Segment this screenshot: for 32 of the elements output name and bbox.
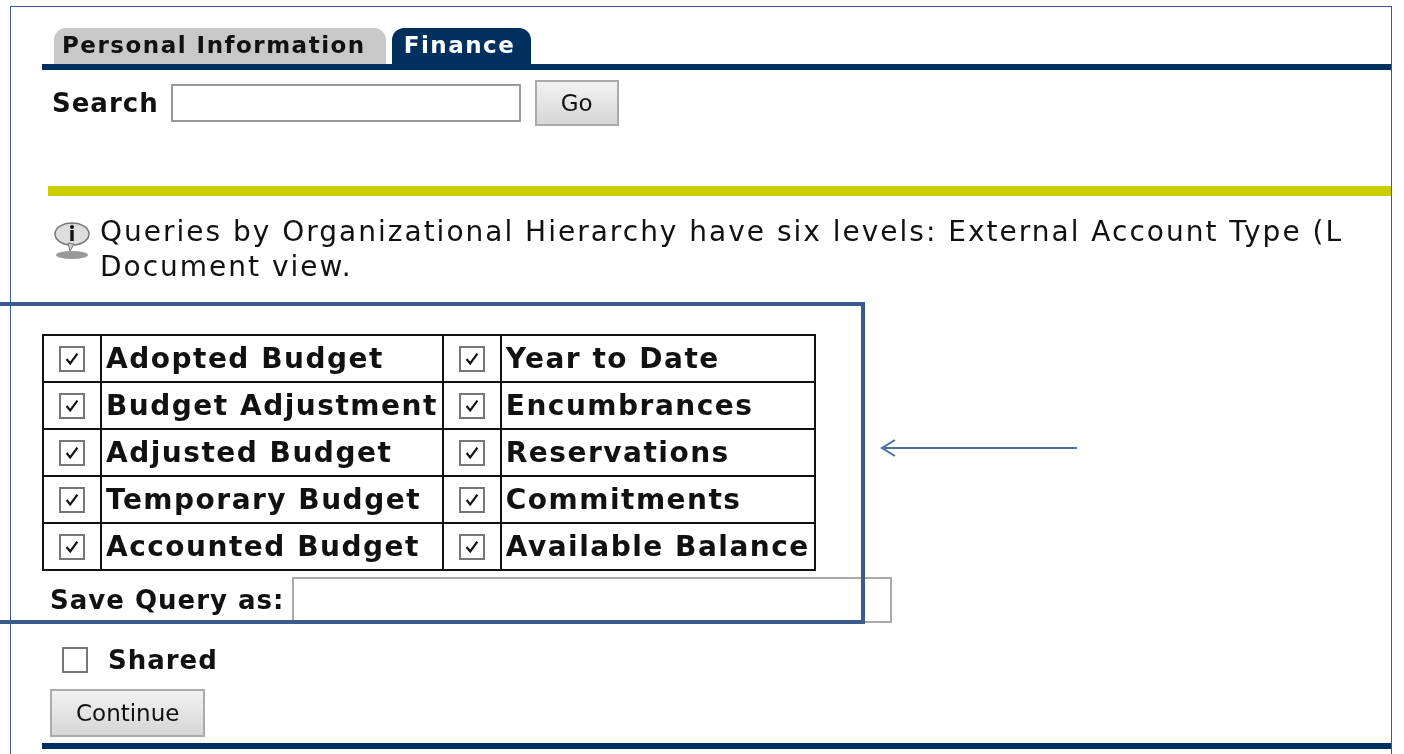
checkbox[interactable]	[59, 392, 85, 419]
info-icon	[52, 220, 92, 260]
checkbox[interactable]	[59, 486, 85, 513]
checkbox[interactable]	[458, 533, 485, 560]
option-label: Encumbrances	[500, 382, 815, 429]
checkbox[interactable]	[458, 439, 485, 466]
checkbox[interactable]	[458, 486, 485, 513]
option-label: Budget Adjustment	[101, 382, 443, 429]
info-message: Queries by Organizational Hierarchy have six levels: External Account Type (L Document view.	[100, 214, 1344, 285]
search-label: Search	[52, 88, 159, 118]
checkbox[interactable]	[458, 392, 485, 419]
option-label: Commitments	[500, 476, 815, 523]
checkbox[interactable]	[62, 647, 88, 673]
option-label: Temporary Budget	[101, 476, 443, 523]
option-label: Year to Date	[500, 335, 815, 382]
option-label: Accounted Budget	[101, 523, 443, 570]
checkbox[interactable]	[458, 345, 485, 372]
tab[interactable]: Finance	[391, 28, 532, 64]
save-query-label: Save Query as:	[50, 585, 285, 615]
option-label: Adopted Budget	[101, 335, 443, 382]
tab[interactable]: Personal Information	[54, 28, 386, 64]
search-field[interactable]	[170, 84, 521, 122]
query-name-field[interactable]	[292, 577, 893, 623]
go-button[interactable]: Go	[534, 80, 619, 126]
checkbox[interactable]	[59, 533, 85, 560]
continue-button[interactable]: Continue	[50, 689, 206, 737]
checkbox[interactable]	[59, 345, 85, 372]
shared-label: Shared	[108, 645, 218, 675]
option-label: Available Balance	[500, 523, 815, 570]
checkbox[interactable]	[59, 439, 85, 466]
option-label: Reservations	[500, 429, 815, 476]
option-label: Adjusted Budget	[101, 429, 443, 476]
